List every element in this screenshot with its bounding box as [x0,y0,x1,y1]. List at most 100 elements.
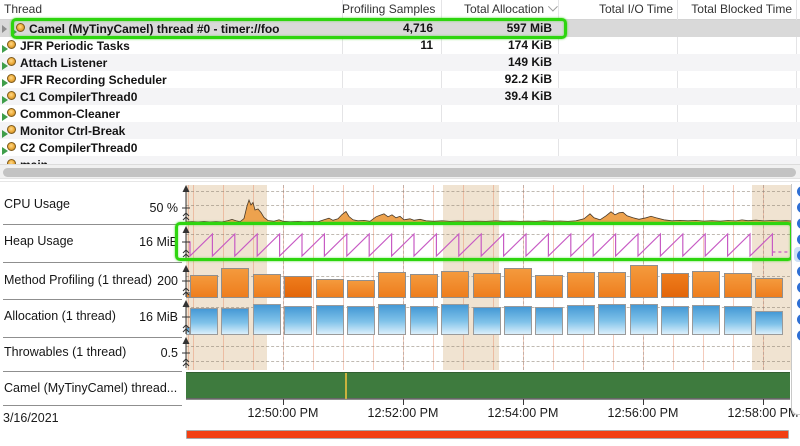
bar [378,304,406,335]
column-header-thread[interactable]: Thread [4,2,42,16]
profiler-window: Thread Profiling Samples Total Allocatio… [0,0,800,446]
time-label: 12:56:00 PM [598,406,688,420]
bar [316,279,344,298]
bar [692,305,720,335]
track-divider [3,371,182,372]
timeline-chart-area[interactable]: 3/16/2021 CPU Usage50 %Heap Usage16 MiBM… [0,182,800,446]
bar [630,304,658,335]
thread-row[interactable]: Attach Listener 149 KiB [0,54,800,71]
track-axis-tick-label: 200 [157,274,178,288]
bar [504,306,532,335]
thread-name-text: JFR Periodic Tasks [20,39,130,53]
bar [535,275,563,298]
bar [630,265,658,298]
thread-icon [2,90,17,104]
track-label-method: Method Profiling (1 thread) [4,273,152,287]
thread-name: C1 CompilerThread0 [2,88,137,105]
thread-table-header: Thread Profiling Samples Total Allocatio… [0,0,800,20]
thread-name: main [2,156,48,164]
time-tick [643,399,644,405]
track-axis-tick-label: 16 MiB [139,235,178,249]
bar [598,272,626,298]
bar [221,308,249,335]
right-panel-edge [791,184,800,415]
allocation-chart[interactable] [186,301,790,336]
bar [253,274,281,298]
bar [598,304,626,335]
thread-name-text: C2 CompilerThread0 [20,141,137,155]
thread-row[interactable]: Common-Cleaner [0,105,800,122]
column-header-total-io-time[interactable]: Total I/O Time [558,2,677,16]
bar [284,276,312,298]
track-label-thread-lifeline: Camel (MyTinyCamel) thread... [4,381,177,395]
bar [535,307,563,335]
time-label: 12:50:00 PM [238,406,328,420]
thread-icon [2,107,17,121]
track-y-axis [180,300,192,335]
track-divider [3,299,182,300]
track-y-axis [180,226,192,260]
thread-row[interactable]: Monitor Ctrl-Break [0,122,800,139]
bar [378,272,406,298]
bar [724,306,752,335]
thread-name: JFR Recording Scheduler [2,71,167,88]
thread-row[interactable]: JFR Recording Scheduler 92.2 KiB [0,71,800,88]
method-profiling-chart[interactable] [186,265,790,299]
total-allocation-cell: 149 KiB [441,55,555,69]
timeline-range-scrollbar[interactable] [186,430,789,439]
track-label-heap: Heap Usage [4,234,74,248]
time-label: 12:54:00 PM [478,406,568,420]
bar [190,275,218,298]
time-axis-line [186,399,790,400]
gridline [186,361,790,362]
track-divider [3,224,182,225]
column-header-total-allocation[interactable]: Total Allocation [441,2,558,16]
thread-name: Common-Cleaner [2,105,120,122]
cpu-usage-chart[interactable] [186,187,792,224]
track-label-cpu: CPU Usage [4,197,70,211]
heap-usage-chart[interactable] [186,227,792,261]
thread-row[interactable]: JFR Periodic Tasks11174 KiB [0,37,800,54]
profiling-samples-cell: 4,716 [342,21,437,35]
bar [347,280,375,298]
thread-row[interactable]: Camel (MyTinyCamel) thread #0 - timer://… [0,20,800,37]
thread-row[interactable]: main [0,156,800,164]
disclosure-triangle-icon[interactable] [2,25,7,33]
time-label: 12:52:00 PM [358,406,448,420]
time-tick [403,399,404,405]
sort-desc-icon [548,2,558,12]
bar [190,308,218,335]
bar [473,307,501,335]
track-y-axis [180,265,192,298]
thread-lifeline-bar[interactable] [186,372,790,399]
bar [504,268,532,298]
bar [347,306,375,335]
thread-icon [2,124,17,138]
thread-name: Camel (MyTinyCamel) thread #0 - timer://… [2,20,280,37]
bar [567,272,595,298]
track-y-axis [180,185,192,223]
thread-row[interactable]: C2 CompilerThread0 [0,139,800,156]
bar [410,274,438,298]
horizontal-scrollbar[interactable] [0,164,800,179]
thread-name: Monitor Ctrl-Break [2,122,125,139]
column-header-profiling-samples[interactable]: Profiling Samples [342,2,437,16]
scrollbar-thumb[interactable] [3,168,796,177]
track-axis-tick-label: 16 MiB [139,310,178,324]
thread-name-text: Camel (MyTinyCamel) thread #0 - timer://… [29,22,280,36]
total-allocation-cell: 92.2 KiB [441,72,555,86]
date-label: 3/16/2021 [3,411,59,425]
bar [473,273,501,298]
track-axis-tick-label: 0.5 [161,346,178,360]
thread-name-text: Attach Listener [20,56,107,70]
time-tick [283,399,284,405]
total-allocation-cell: 39.4 KiB [441,89,555,103]
thread-row[interactable]: C1 CompilerThread0 39.4 KiB [0,88,800,105]
track-divider [3,262,182,263]
thread-name-text: Monitor Ctrl-Break [20,124,125,138]
column-header-total-blocked-time[interactable]: Total Blocked Time [677,2,796,16]
gridline [186,346,790,347]
bar [221,268,249,298]
bar [284,306,312,335]
total-allocation-cell: 597 MiB [441,21,555,35]
